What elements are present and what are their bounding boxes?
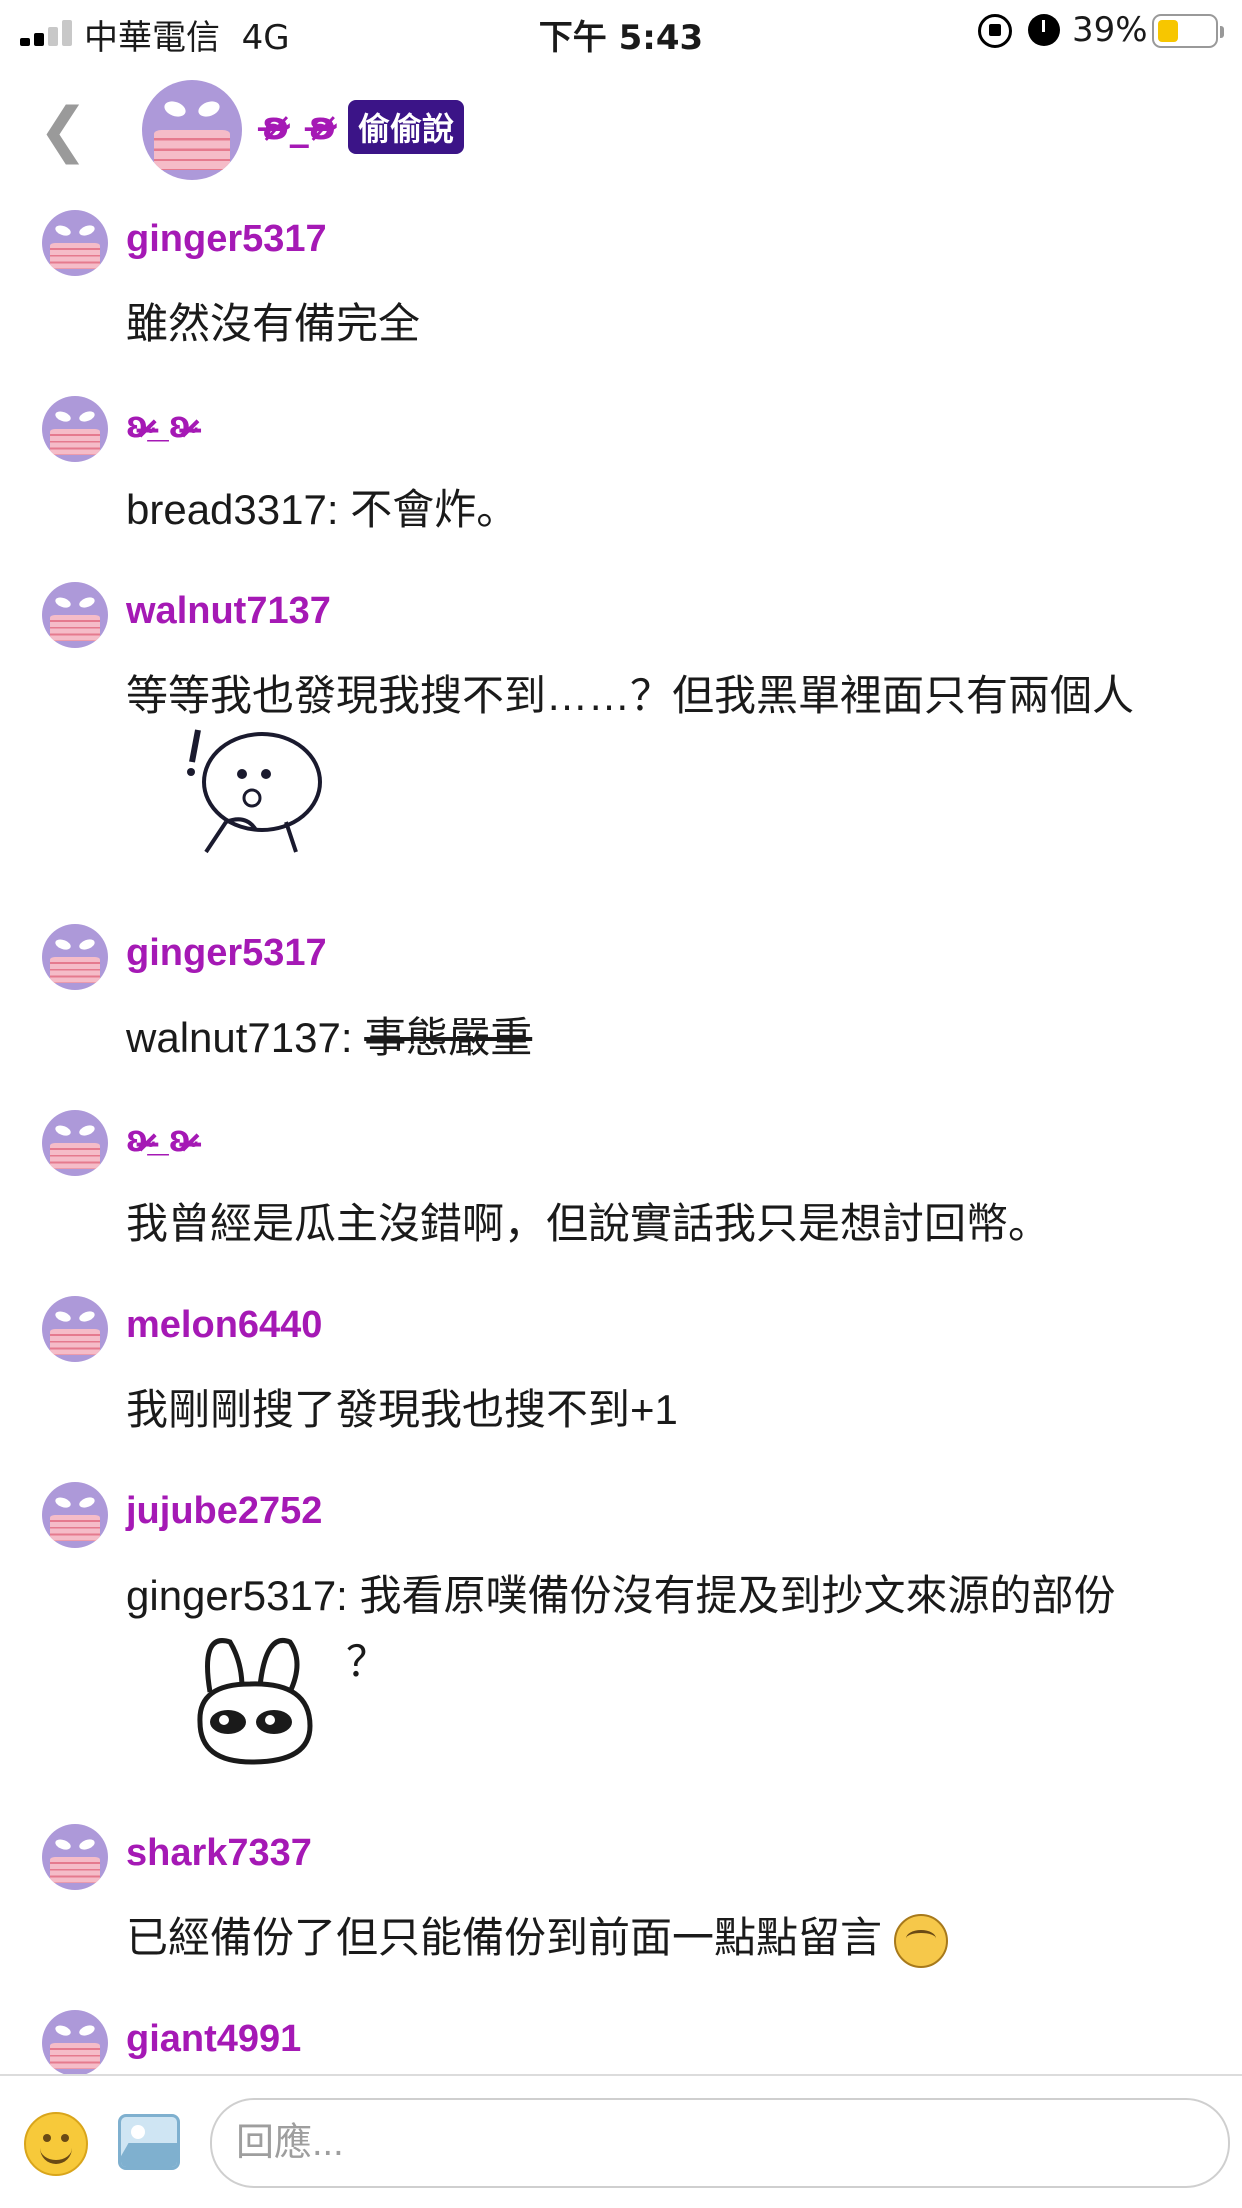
battery-icon [1152, 14, 1224, 48]
comment-text: 等等我也發現我搜不到……？但我黑單裡面只有兩個人 [126, 672, 1135, 719]
comment-username[interactable]: walnut7137 [126, 590, 331, 633]
avatar[interactable] [42, 582, 108, 648]
comment-username[interactable]: ʚ̴̶̷̷_ʚ̴̶̷̷ [126, 1118, 190, 1161]
thinking-face-sticker[interactable] [186, 722, 326, 862]
comment-text: 我曾經是瓜主沒錯啊，但說實話我只是想討回幣。 [126, 1200, 1051, 1247]
struck-text: 事態嚴重 [364, 1014, 533, 1061]
page-title[interactable]: ʚ̴̶̷̷_ʚ̴̶̷̷ [262, 104, 337, 148]
comment-text: 雖然沒有備完全 [126, 300, 421, 347]
battery-percent: 39% [1072, 10, 1148, 50]
comment-username[interactable]: jujube2752 [126, 1490, 322, 1533]
comment-text-suffix: ？ [346, 1638, 389, 1685]
plurk-header: ❮ ʚ̴̶̷̷_ʚ̴̶̷̷ 偷偷說 [0, 62, 1242, 192]
image-icon[interactable] [118, 2114, 180, 2170]
comment-username[interactable]: ginger5317 [126, 218, 327, 261]
worried-emoji [893, 1913, 948, 1968]
avatar[interactable] [42, 1110, 108, 1176]
avatar[interactable] [42, 1824, 108, 1890]
avatar[interactable] [42, 210, 108, 276]
comment-username[interactable]: melon6440 [126, 1304, 322, 1347]
comment-list: ginger5317 雖然沒有備完全 ʚ̴̶̷̷_ʚ̴̶̷̷ bread3317… [0, 210, 1242, 2074]
rotation-lock-icon [978, 14, 1012, 48]
comment-text: 已經備份了但只能備份到前面一點點留言 [126, 1906, 1186, 1970]
reply-input[interactable]: 回應... [210, 2098, 1230, 2188]
comment-username[interactable]: giant4991 [126, 2018, 301, 2061]
avatar[interactable] [142, 80, 242, 180]
reply-mention[interactable]: walnut7137: [126, 1014, 364, 1061]
avatar[interactable] [42, 396, 108, 462]
chevron-left-icon[interactable]: ❮ [38, 100, 88, 160]
comment-username[interactable]: ʚ̴̶̷̷_ʚ̴̶̷̷ [126, 404, 190, 447]
comment-text: walnut7137: 事態嚴重 [126, 1006, 1186, 1070]
alarm-icon [1028, 14, 1060, 46]
comment-text: 我剛剛搜了發現我也搜不到+1 [126, 1386, 678, 1433]
comment-text: ginger5317: 我看原噗備份沒有提及到抄文來源的部份 [126, 1572, 1116, 1619]
reply-bar: 回應... [0, 2074, 1242, 2208]
comment-username[interactable]: shark7337 [126, 1832, 312, 1875]
avatar[interactable] [42, 924, 108, 990]
comment-text: bread3317: 不會炸。 [126, 486, 519, 533]
status-bar: 中華電信 4G 下午 5:43 39% [0, 0, 1242, 62]
comment-username[interactable]: ginger5317 [126, 932, 327, 975]
smiley-icon[interactable] [24, 2112, 88, 2176]
avatar[interactable] [42, 2010, 108, 2074]
avatar[interactable] [42, 1296, 108, 1362]
bunny-sticker[interactable] [180, 1622, 330, 1772]
avatar[interactable] [42, 1482, 108, 1548]
anonymous-badge: 偷偷說 [348, 100, 465, 154]
